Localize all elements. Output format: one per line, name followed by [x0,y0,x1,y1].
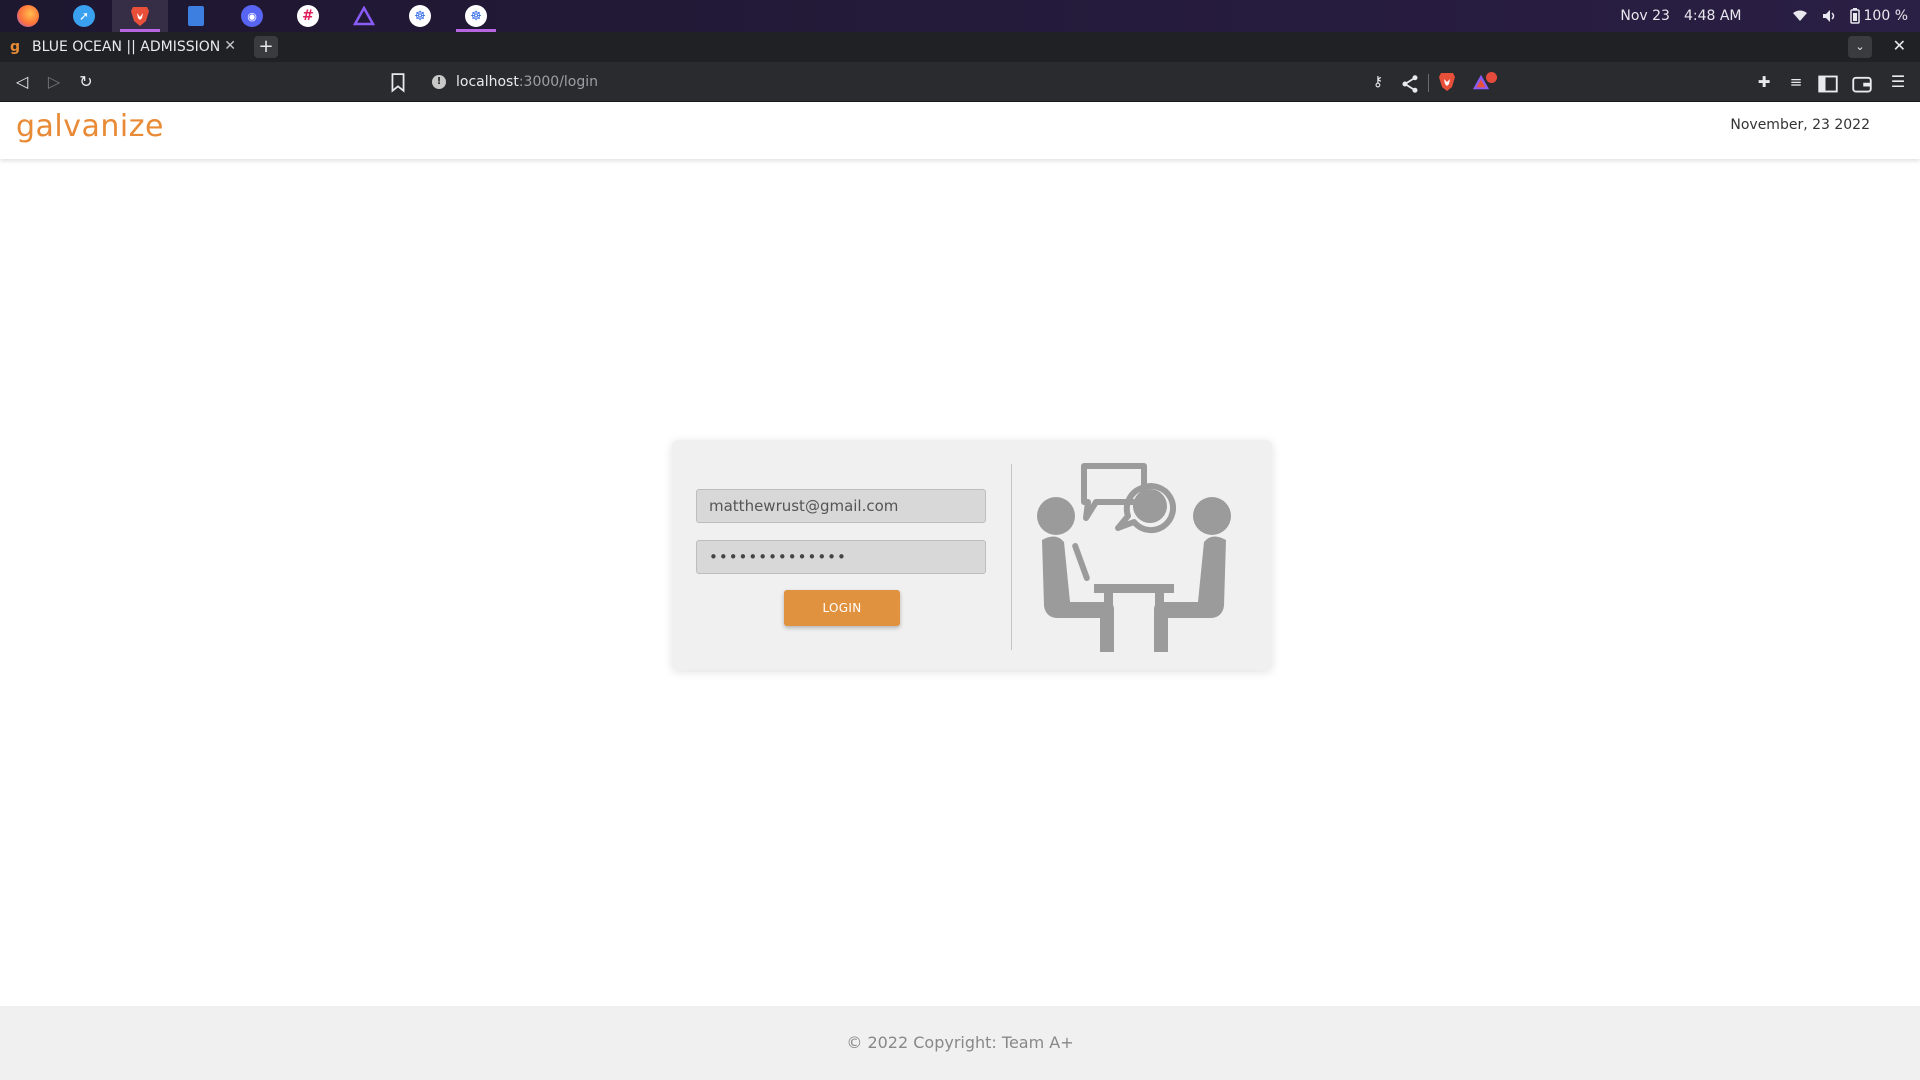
browser-tab-strip: g BLUE OCEAN || ADMISSION ✕ + ⌄ ✕ [0,32,1920,62]
rewards-notification-badge [1486,72,1497,83]
taskbar-app-slack[interactable]: # [280,0,336,32]
window-close-icon[interactable]: ✕ [1893,36,1906,55]
discord-icon: ◉ [241,5,263,27]
extensions-puzzle-icon[interactable]: ✚ [1754,72,1774,92]
battery-indicator[interactable]: 100 % [1849,8,1908,24]
kubernetes-icon: ☸ [409,5,431,27]
reload-icon[interactable]: ↻ [76,72,96,92]
clock-date[interactable]: Nov 23 [1620,8,1670,24]
site-info-icon[interactable]: ! [432,75,446,89]
taskbar-app-triangle[interactable] [336,0,392,32]
key-icon[interactable]: ⚷ [1368,72,1388,92]
taskbar-app-kubernetes[interactable]: ☸ [392,0,448,32]
reading-list-icon[interactable]: ≡ [1786,72,1806,92]
taskbar-app-kubernetes-active[interactable]: ☸ [448,0,504,32]
taskbar-app-compass[interactable]: ➚ [56,0,112,32]
galvanize-logo[interactable]: galvanize [16,109,164,144]
interview-illustration-icon [1037,463,1231,652]
battery-percent: 100 % [1863,8,1908,24]
brave-shields-icon[interactable] [1438,71,1456,93]
login-button[interactable]: LOGIN [784,590,900,626]
url-path: :3000/login [518,74,599,90]
password-field[interactable]: •••••••••••••• [696,540,986,574]
brave-icon [131,7,149,26]
taskbar-app-brave[interactable] [112,0,168,32]
browser-toolbar: ◁ ▷ ↻ ! localhost:3000/login ⚷ ✚ ≡ ☰ [0,62,1920,102]
email-field[interactable]: matthewrust@gmail.com [696,489,986,523]
document-icon [188,6,204,26]
copyright-text: © 2022 Copyright: Team A+ [846,1033,1074,1052]
volume-icon[interactable] [1822,9,1836,23]
slack-icon: # [297,5,319,27]
wallet-icon[interactable] [1852,74,1872,94]
system-tray: Nov 23 4:48 AM 100 % [1620,0,1908,32]
tab-title: BLUE OCEAN || ADMISSION [32,39,221,55]
compass-icon: ➚ [73,5,95,27]
header-date: November, 23 2022 [1730,117,1870,133]
new-tab-button[interactable]: + [254,36,278,58]
tab-close-icon[interactable]: ✕ [224,38,236,54]
clock-time[interactable]: 4:48 AM [1684,8,1742,24]
bookmark-icon[interactable] [388,73,408,93]
tab-list-chevron-icon[interactable]: ⌄ [1848,36,1872,58]
battery-icon [1849,8,1860,24]
toolbar-divider [1428,74,1429,92]
triangle-app-icon [353,6,375,26]
os-taskbar: ➚ ◉ # ☸ ☸ Nov 23 4:48 AM 100 % [0,0,1920,32]
share-icon[interactable] [1400,74,1420,94]
wifi-icon[interactable] [1792,9,1808,23]
menu-icon[interactable]: ☰ [1888,72,1908,92]
firefox-icon [17,5,39,27]
taskbar-app-firefox[interactable] [0,0,56,32]
page-footer: © 2022 Copyright: Team A+ [0,1006,1920,1080]
galvanize-favicon-icon: g [9,39,21,55]
taskbar-app-documents[interactable] [168,0,224,32]
forward-icon[interactable]: ▷ [44,72,64,92]
taskbar-app-discord[interactable]: ◉ [224,0,280,32]
login-card: matthewrust@gmail.com •••••••••••••• LOG… [672,440,1272,670]
address-bar[interactable]: ! localhost:3000/login [420,68,1500,96]
page-header: galvanize November, 23 2022 [0,103,1920,159]
back-icon[interactable]: ◁ [12,72,32,92]
sidebar-icon[interactable] [1818,74,1838,94]
url-host: localhost [456,74,519,90]
card-divider [1011,464,1012,650]
browser-tab[interactable]: g BLUE OCEAN || ADMISSION ✕ [8,32,244,62]
kubernetes-active-icon: ☸ [465,5,487,27]
